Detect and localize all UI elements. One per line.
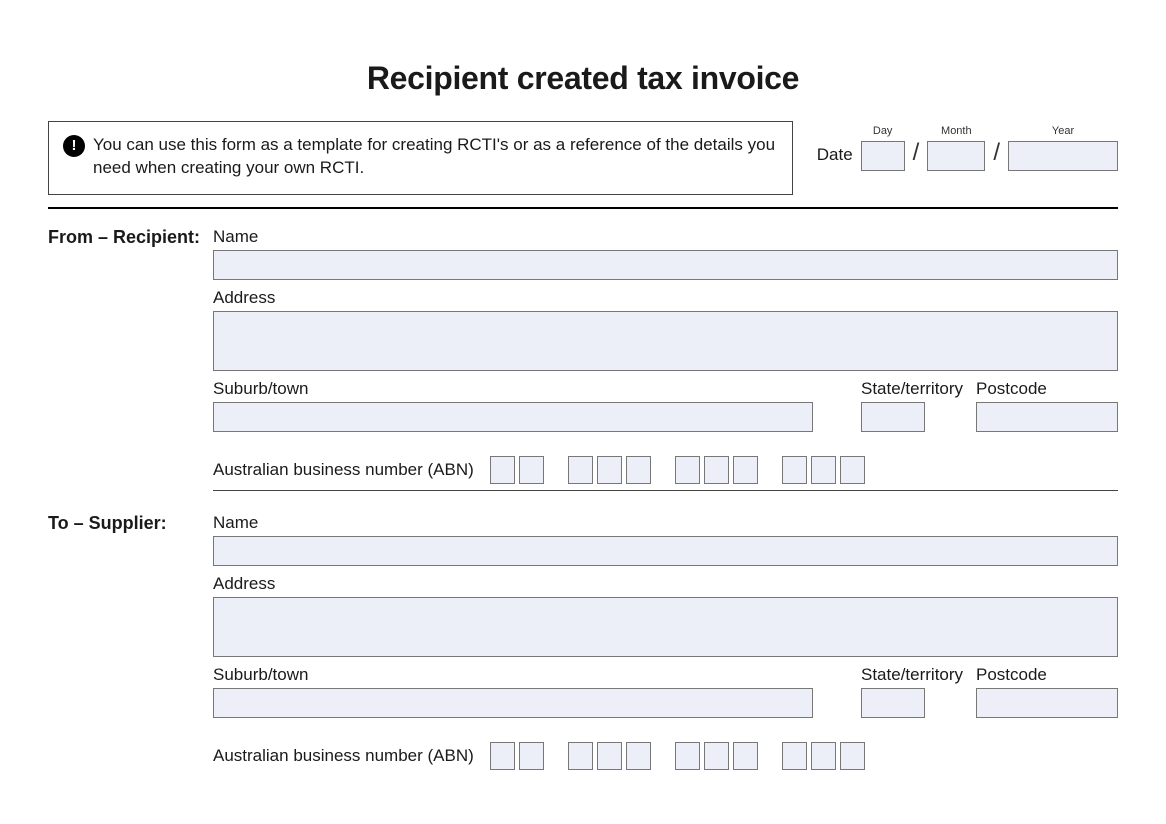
recipient-abn-digit[interactable] xyxy=(490,456,515,484)
supplier-abn-digit[interactable] xyxy=(840,742,865,770)
recipient-section: From – Recipient: Name Address Suburb/to… xyxy=(48,227,1118,505)
recipient-suburb-input[interactable] xyxy=(213,402,813,432)
recipient-name-label: Name xyxy=(213,227,1118,247)
supplier-postcode-input[interactable] xyxy=(976,688,1118,718)
supplier-state-label: State/territory xyxy=(861,665,966,685)
recipient-abn-label: Australian business number (ABN) xyxy=(213,460,474,480)
info-icon: ! xyxy=(63,135,85,157)
recipient-suburb-label: Suburb/town xyxy=(213,379,813,399)
recipient-abn-digit[interactable] xyxy=(519,456,544,484)
date-day-input[interactable] xyxy=(861,141,905,171)
supplier-abn-digit[interactable] xyxy=(782,742,807,770)
recipient-abn-digit[interactable] xyxy=(626,456,651,484)
supplier-abn-digit[interactable] xyxy=(675,742,700,770)
recipient-abn-digit[interactable] xyxy=(704,456,729,484)
recipient-abn-digit[interactable] xyxy=(782,456,807,484)
supplier-abn-digit[interactable] xyxy=(811,742,836,770)
supplier-postcode-label: Postcode xyxy=(976,665,1118,685)
supplier-suburb-label: Suburb/town xyxy=(213,665,813,685)
date-month-caption: Month xyxy=(941,125,972,137)
date-label: Date xyxy=(817,145,853,165)
date-group: Date Day / Month / Year xyxy=(817,125,1118,171)
supplier-address-input[interactable] xyxy=(213,597,1118,657)
recipient-abn-digit[interactable] xyxy=(568,456,593,484)
recipient-state-label: State/territory xyxy=(861,379,966,399)
supplier-abn-digit[interactable] xyxy=(490,742,515,770)
recipient-postcode-label: Postcode xyxy=(976,379,1118,399)
notice-text: You can use this form as a template for … xyxy=(93,134,778,180)
recipient-postcode-input[interactable] xyxy=(976,402,1118,432)
date-month-input[interactable] xyxy=(927,141,985,171)
supplier-abn-group xyxy=(490,742,865,770)
recipient-state-input[interactable] xyxy=(861,402,925,432)
supplier-name-label: Name xyxy=(213,513,1118,533)
recipient-name-input[interactable] xyxy=(213,250,1118,280)
recipient-abn-digit[interactable] xyxy=(840,456,865,484)
date-separator: / xyxy=(993,139,1000,167)
recipient-abn-group xyxy=(490,456,865,484)
notice-box: ! You can use this form as a template fo… xyxy=(48,121,793,195)
supplier-address-label: Address xyxy=(213,574,1118,594)
recipient-heading: From – Recipient: xyxy=(48,227,213,505)
recipient-abn-digit[interactable] xyxy=(597,456,622,484)
recipient-address-label: Address xyxy=(213,288,1118,308)
date-separator: / xyxy=(913,139,920,167)
recipient-abn-digit[interactable] xyxy=(811,456,836,484)
recipient-abn-digit[interactable] xyxy=(733,456,758,484)
supplier-heading: To – Supplier: xyxy=(48,513,213,776)
page-title: Recipient created tax invoice xyxy=(48,60,1118,97)
supplier-suburb-input[interactable] xyxy=(213,688,813,718)
supplier-abn-digit[interactable] xyxy=(733,742,758,770)
date-day-caption: Day xyxy=(873,125,893,137)
supplier-abn-digit[interactable] xyxy=(597,742,622,770)
date-year-input[interactable] xyxy=(1008,141,1118,171)
divider xyxy=(213,490,1118,491)
supplier-state-input[interactable] xyxy=(861,688,925,718)
supplier-abn-digit[interactable] xyxy=(704,742,729,770)
supplier-abn-digit[interactable] xyxy=(519,742,544,770)
recipient-address-input[interactable] xyxy=(213,311,1118,371)
supplier-section: To – Supplier: Name Address Suburb/town … xyxy=(48,513,1118,776)
recipient-abn-digit[interactable] xyxy=(675,456,700,484)
supplier-abn-label: Australian business number (ABN) xyxy=(213,746,474,766)
date-year-caption: Year xyxy=(1052,125,1074,137)
supplier-name-input[interactable] xyxy=(213,536,1118,566)
supplier-abn-digit[interactable] xyxy=(568,742,593,770)
supplier-abn-digit[interactable] xyxy=(626,742,651,770)
divider xyxy=(48,207,1118,209)
